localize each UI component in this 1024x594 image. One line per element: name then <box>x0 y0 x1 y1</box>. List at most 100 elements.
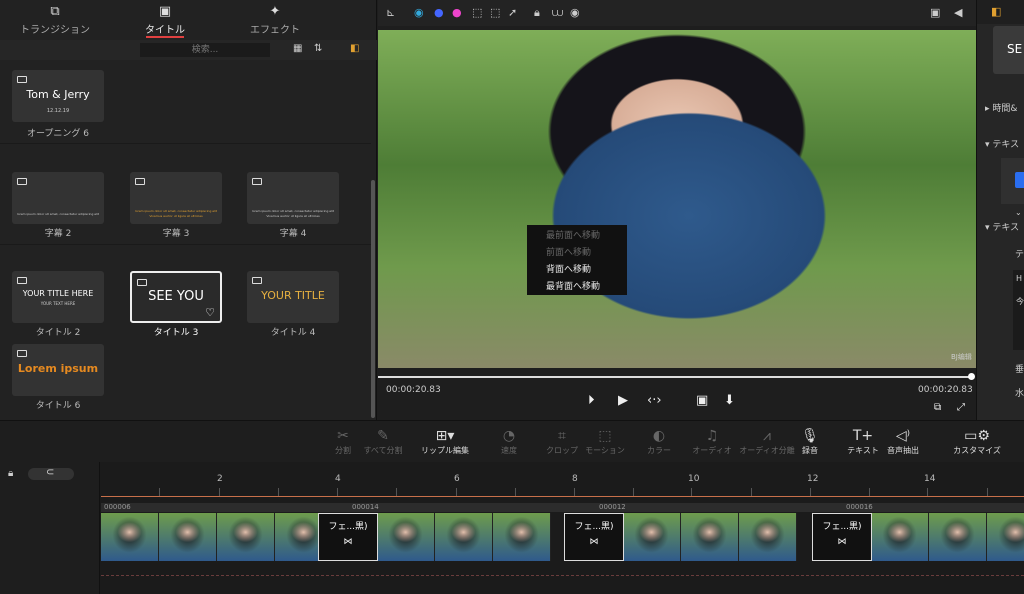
export-frame-icon[interactable]: ⬇ <box>724 393 735 408</box>
grid-view-icon[interactable]: ▦ <box>293 43 302 54</box>
ruler-tick <box>810 488 811 496</box>
template-icon <box>17 76 27 83</box>
transition-clip[interactable]: フェ...黒) ⋈ <box>564 513 624 561</box>
magenta-dot-icon[interactable]: ● <box>452 6 462 19</box>
template-opening6[interactable]: Tom & Jerry 12.12.19 <box>12 70 104 122</box>
pip-icon[interactable]: ⧉ <box>934 402 941 413</box>
prev-next-icon[interactable]: ‹·› <box>647 393 662 408</box>
voice-extract-button[interactable]: ◁⁾ 音声抽出 <box>878 427 928 456</box>
panel-toggle-icon[interactable]: ◧ <box>350 43 359 54</box>
template-label: タイトル 3 <box>153 328 199 338</box>
ruler-icon[interactable]: ⊾ <box>386 6 395 19</box>
menu-item-bring-to-front[interactable]: 最前面へ移動 <box>527 228 627 245</box>
button-label: 録音 <box>802 446 818 455</box>
snap-toggle[interactable]: ⊂ <box>28 467 74 480</box>
ruler-tick <box>456 488 457 496</box>
section-label: 時間& <box>992 104 1018 114</box>
asset-scrollbar[interactable] <box>371 180 375 418</box>
fit-icon[interactable]: ▣ <box>696 393 708 408</box>
section-text2[interactable]: ▾ テキス <box>985 220 1019 233</box>
ruler-tick <box>515 488 516 496</box>
video-track[interactable] <box>101 513 1024 561</box>
template-text: lorem ipsum dolor sit amet, consectetur … <box>135 209 217 213</box>
step-back-icon[interactable]: ⏵ <box>588 393 595 408</box>
template-subtitle4[interactable]: lorem ipsum dolor sit amet, consectetur … <box>247 172 339 224</box>
track-lock-icon[interactable]: 🔒︎ <box>8 468 13 479</box>
chevron-down-icon[interactable]: ⌄ <box>1015 208 1022 217</box>
tab-title[interactable]: ▣ タイトル <box>110 0 220 40</box>
template-subtitle2[interactable]: lorem ipsum dolor sit amet, consectetur … <box>12 172 104 224</box>
eye-icon[interactable]: ◉ <box>570 6 580 19</box>
speed-button[interactable]: ◔ 速度 <box>484 427 534 456</box>
menu-item-send-backward[interactable]: 背面へ移動 <box>527 262 627 279</box>
playback-progress[interactable] <box>378 373 976 380</box>
panel-toggle-icon[interactable]: ◧ <box>991 5 1001 18</box>
search-input[interactable] <box>140 43 270 57</box>
favorite-heart-icon[interactable]: ♡ <box>205 306 215 319</box>
blue-dot-icon[interactable]: ● <box>434 6 444 19</box>
template-title6[interactable]: Lorem ipsum <box>12 344 104 396</box>
speed-icon: ◔ <box>502 428 516 444</box>
audio-button[interactable]: ♫ オーディオ <box>687 427 737 456</box>
ruler-tick <box>927 488 928 496</box>
template-icon <box>252 178 262 185</box>
customize-button[interactable]: ▭⚙ カスタマイズ <box>948 427 1006 456</box>
ripple-edit-button[interactable]: ⊞▾ リップル編集 <box>420 427 470 456</box>
context-menu: 最前面へ移動 前面へ移動 背面へ移動 最背面へ移動 <box>527 225 627 295</box>
menu-item-bring-forward[interactable]: 前面へ移動 <box>527 245 627 262</box>
color-swatch[interactable] <box>1015 172 1024 188</box>
video-preview[interactable]: BJ编辑 <box>378 30 976 368</box>
menu-item-send-to-back[interactable]: 最背面へ移動 <box>527 279 627 296</box>
color-button[interactable]: ◐ カラー <box>634 427 684 456</box>
play-icon[interactable]: ▶ <box>618 393 628 408</box>
layer-icon[interactable]: ⩊ <box>552 6 563 20</box>
voice-extract-icon: ◁⁾ <box>895 428 911 444</box>
text-input-area[interactable]: H 今 <box>1013 270 1024 350</box>
lock-icon[interactable]: 🔒︎ <box>534 6 540 20</box>
sort-icon[interactable]: ⇅ <box>314 43 322 54</box>
template-text: lorem ipsum dolor sit amet, consectetur … <box>252 209 334 213</box>
split-all-button[interactable]: ✎ すべて分割 <box>358 427 408 456</box>
section-text1[interactable]: ▾ テキス <box>985 137 1019 150</box>
divider <box>0 143 371 144</box>
ruler-label: 8 <box>572 474 578 484</box>
record-button[interactable]: 🎙︎ 録音 <box>785 427 835 456</box>
ruler-tick <box>751 488 752 496</box>
template-text: Lorem ipsum <box>17 362 99 375</box>
volume-icon[interactable]: ◀ <box>954 6 962 19</box>
time-ruler[interactable]: 2 4 6 8 10 12 14 <box>101 472 1024 497</box>
progress-knob[interactable] <box>968 373 975 380</box>
button-label: すべて分割 <box>363 446 403 455</box>
tab-transition[interactable]: ⧉ トランジション <box>0 0 110 40</box>
section-time[interactable]: ▸ 時間& <box>985 101 1017 114</box>
template-title2[interactable]: YOUR TITLE HERE YOUR TEXT HERE <box>12 271 104 323</box>
audio-track-line <box>101 575 1024 576</box>
transition-clip[interactable]: フェ...黒) ⋈ <box>318 513 378 561</box>
transition-clip[interactable]: フェ...黒) ⋈ <box>812 513 872 561</box>
cyan-dot-icon[interactable]: ◉ <box>414 6 424 19</box>
timeline-controls: 🔒︎ ⊂ <box>0 462 100 594</box>
transition-label: フェ...黒) <box>574 522 614 532</box>
template-title3-selected[interactable]: SEE YOU ♡ <box>130 271 222 323</box>
template-label: タイトル 6 <box>35 401 81 411</box>
select-area-icon[interactable]: ⬚ <box>490 6 500 19</box>
ruler-tick <box>691 488 692 496</box>
clip-header-bar <box>101 503 1024 512</box>
search-row: ▦ ⇅ ◧ <box>0 40 377 60</box>
asset-tabs: ⧉ トランジション ▣ タイトル ✦ エフェクト <box>0 0 377 40</box>
progress-track <box>378 376 972 378</box>
template-title4[interactable]: YOUR TITLE <box>247 271 339 323</box>
snapshot-icon[interactable]: ▣ <box>930 6 940 19</box>
select-icon[interactable]: ⬚ <box>472 6 482 19</box>
ruler-tick <box>219 488 220 496</box>
motion-icon: ⬚ <box>598 428 612 444</box>
clip-id: 000012 <box>599 503 626 511</box>
tab-effect[interactable]: ✦ エフェクト <box>220 0 330 40</box>
template-subtitle3[interactable]: lorem ipsum dolor sit amet, consectetur … <box>130 172 222 224</box>
template-icon <box>135 178 145 185</box>
fullscreen-icon[interactable]: ⤢ <box>957 402 965 413</box>
template-icon <box>17 178 27 185</box>
motion-button[interactable]: ⬚ モーション <box>580 427 630 456</box>
pointer-icon[interactable]: ➚ <box>508 6 517 19</box>
ruler-label: 14 <box>924 474 936 484</box>
